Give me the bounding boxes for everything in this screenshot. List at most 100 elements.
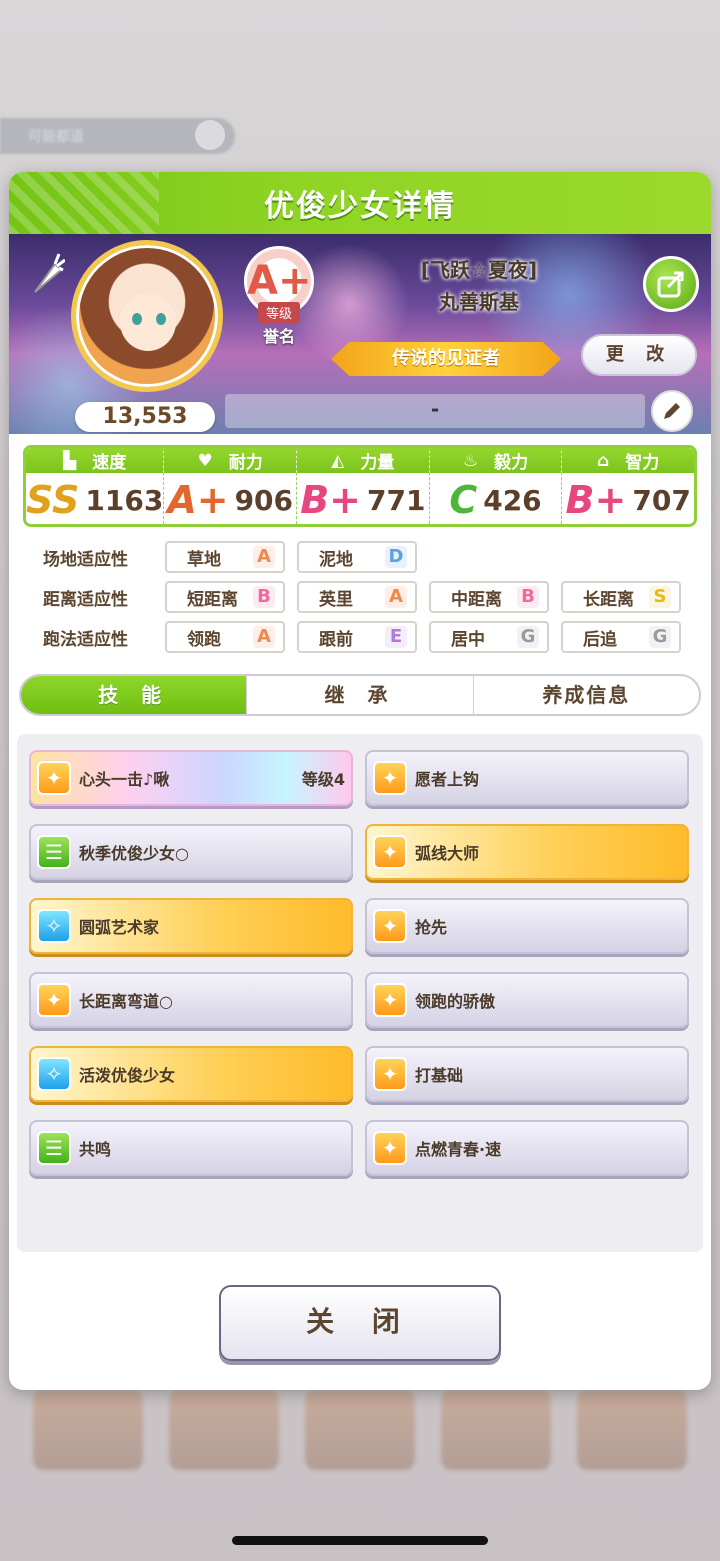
aptitude-name: 领跑	[187, 629, 221, 650]
graduation-cap-icon: ⌂	[597, 450, 610, 471]
aptitude-cell: 泥地 D	[297, 541, 417, 573]
aptitude-grade: S	[649, 586, 671, 608]
speed-skill-icon: ✦	[373, 761, 407, 795]
skill-item[interactable]: ✦ 打基础	[365, 1046, 689, 1102]
rank-badge: A+ 等级 誉名	[241, 246, 317, 346]
stat-grade: B+	[300, 478, 362, 522]
character-detail-dialog: 优俊少女详情 13,553 A+ 等级 誉名 [飞跃☆夏夜] 丸善斯基 传说的见…	[9, 172, 711, 1390]
blue-skill-icon: ✧	[37, 1057, 71, 1091]
aptitude-grade: A	[253, 626, 275, 648]
stat-body: B+ 707	[562, 473, 694, 524]
skill-item[interactable]: ☰ 秋季优俊少女○	[29, 824, 353, 880]
rank-name: 誉名	[262, 327, 295, 346]
aptitude-name: 短距离	[187, 589, 238, 610]
style-aptitude-row: 跑法适应性 领跑 A 跟前 E 居中 G 后追 G	[27, 620, 693, 654]
skill-item[interactable]: ✦ 领跑的骄傲	[365, 972, 689, 1028]
aptitude-cell: 长距离 S	[561, 581, 681, 613]
aptitude-grade: G	[649, 626, 671, 648]
aptitude-name: 泥地	[319, 549, 353, 570]
stat-label: 毅力	[494, 453, 529, 473]
skill-item[interactable]: ✧ 活泼优俊少女	[29, 1046, 353, 1102]
skill-name: 点燃青春·速	[415, 1140, 502, 1159]
stat-grade: C	[449, 478, 478, 522]
aptitude-grade: D	[385, 546, 407, 568]
edit-motto-button[interactable]	[651, 390, 693, 432]
tab-inheritance[interactable]: 继 承	[247, 676, 474, 714]
aptitude-name: 跟前	[319, 629, 353, 650]
skill-name: 共鸣	[79, 1140, 112, 1159]
aptitude-grade: G	[517, 626, 539, 648]
dialog-title: 优俊少女详情	[264, 189, 456, 224]
aptitude-cell: 中距离 B	[429, 581, 549, 613]
stat-2: ◭ 力量 B+ 771	[297, 448, 430, 524]
skill-name: 活泼优俊少女	[79, 1066, 176, 1085]
background-menu	[0, 1390, 720, 1500]
carrot-icon[interactable]	[29, 252, 65, 298]
home-indicator	[232, 1536, 488, 1545]
skill-level: 等级4	[301, 770, 345, 789]
dialog-header: 优俊少女详情	[9, 172, 711, 234]
skill-item[interactable]: ✦ 弧线大师	[365, 824, 689, 880]
tab-skills[interactable]: 技 能	[21, 676, 248, 714]
flame-icon: ♨	[462, 450, 479, 471]
character-epithet: [飞跃☆夏夜]	[420, 258, 538, 282]
share-icon	[657, 271, 684, 298]
detail-tabs: 技 能 继 承 养成信息	[19, 674, 701, 716]
stat-body: B+ 771	[297, 473, 429, 524]
stat-header: ♥ 耐力	[164, 448, 296, 473]
stat-body: A+ 906	[164, 473, 296, 524]
skill-name: 愿者上钩	[415, 770, 480, 789]
green-skill-icon: ☰	[37, 835, 71, 869]
skill-item[interactable]: ✦ 点燃青春·速	[365, 1120, 689, 1176]
aptitude-name: 草地	[187, 549, 221, 570]
stat-header: ◭ 力量	[297, 448, 429, 473]
speed-skill-icon: ✦	[373, 835, 407, 869]
skill-item[interactable]: ✧ 圆弧艺术家	[29, 898, 353, 954]
stat-value: 906	[234, 483, 294, 517]
skill-item[interactable]: ☰ 共鸣	[29, 1120, 353, 1176]
skill-name: 打基础	[415, 1066, 464, 1085]
share-button[interactable]	[643, 256, 699, 312]
aptitude-grade: E	[385, 626, 407, 648]
heart-icon: ♥	[197, 450, 213, 471]
skill-item[interactable]: ✦ 愿者上钩	[365, 750, 689, 806]
aptitude-cell: 草地 A	[165, 541, 285, 573]
skill-item[interactable]: ✦ 心头一击♪啾 等级4	[29, 750, 353, 806]
aptitude-grade: A	[385, 586, 407, 608]
background-circle	[195, 120, 225, 150]
aptitude-name: 长距离	[583, 589, 634, 610]
aptitude-cell: 英里 A	[297, 581, 417, 613]
stat-3: ♨ 毅力 C 426	[429, 448, 563, 524]
speed-skill-icon: ✦	[373, 1057, 407, 1091]
rank-level-label: 等级	[257, 302, 300, 323]
stat-header: ⌂ 智力	[562, 448, 694, 473]
stat-value: 707	[632, 483, 691, 517]
aptitude-cell: 短距离 B	[165, 581, 285, 613]
aptitude-grade: B	[517, 586, 539, 608]
speed-skill-icon: ✦	[373, 1131, 407, 1165]
skill-name: 领跑的骄傲	[415, 992, 496, 1011]
change-title-button[interactable]: 更 改	[581, 334, 697, 376]
style-aptitude-label: 跑法适应性	[43, 629, 128, 650]
green-skill-icon: ☰	[37, 1131, 71, 1165]
stat-header: ▙ 速度	[26, 448, 164, 473]
pencil-icon	[664, 403, 680, 419]
skill-name: 弧线大师	[415, 844, 480, 863]
close-button[interactable]: 关 闭	[219, 1285, 501, 1361]
tab-training-info[interactable]: 养成信息	[474, 676, 699, 714]
skill-item[interactable]: ✦ 抢先	[365, 898, 689, 954]
background-bar-text: 可能都道	[28, 129, 84, 145]
aptitude-cell: 后追 G	[561, 621, 681, 653]
stat-0: ▙ 速度 SS 1163	[26, 448, 165, 524]
stat-body: SS 1163	[26, 473, 164, 524]
aptitude-cell: 跟前 E	[297, 621, 417, 653]
stat-label: 智力	[625, 453, 660, 473]
aptitude-grade: A	[253, 546, 275, 568]
skill-item[interactable]: ✦ 长距离弯道○	[29, 972, 353, 1028]
character-avatar[interactable]	[71, 240, 223, 392]
skill-name: 心头一击♪啾	[79, 770, 170, 789]
stat-label: 力量	[360, 453, 395, 473]
stat-4: ⌂ 智力 B+ 707	[562, 448, 694, 524]
speed-skill-icon: ✦	[373, 909, 407, 943]
shoe-icon: ▙	[63, 450, 77, 471]
